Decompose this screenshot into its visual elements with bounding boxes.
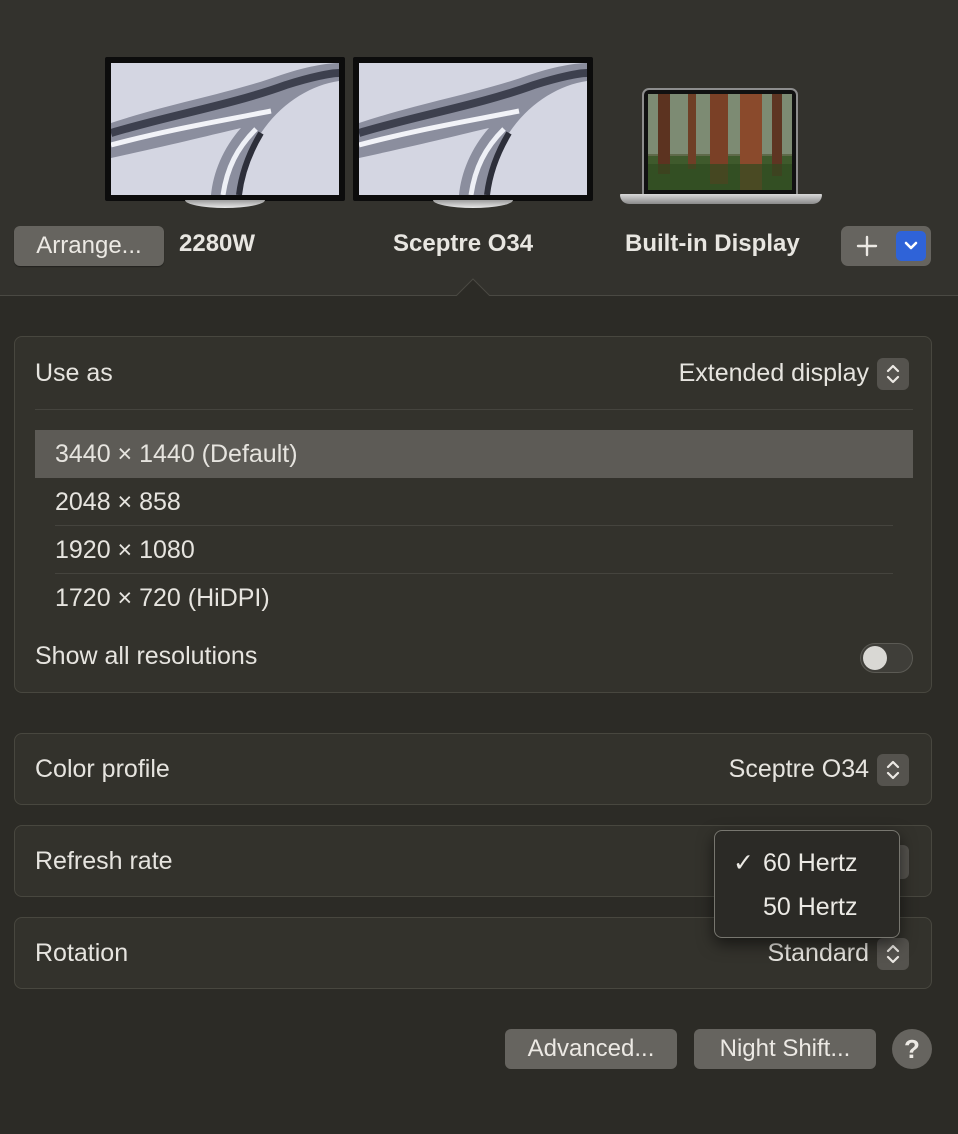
display-settings-panel: Use as Extended display 3440 × 1440 (Def… [14, 336, 932, 693]
monitor-bezel [105, 57, 345, 201]
forest-wallpaper-image [648, 94, 792, 190]
monitor-stand [433, 200, 513, 208]
refresh-option-60hz[interactable]: ✓ 60 Hertz [715, 841, 901, 885]
laptop-base [620, 194, 822, 204]
arrange-button[interactable]: Arrange... [14, 226, 164, 266]
advanced-button[interactable]: Advanced... [505, 1029, 677, 1069]
wallpaper-image [111, 63, 339, 195]
color-profile-row: Color profile Sceptre O34 [14, 733, 932, 805]
use-as-value[interactable]: Extended display [679, 359, 869, 388]
divider [35, 409, 913, 410]
display-label-builtin[interactable]: Built-in Display [625, 230, 800, 258]
display-2280w-thumbnail[interactable] [105, 57, 345, 209]
resolution-option[interactable]: 1720 × 720 (HiDPI) [35, 574, 913, 622]
wallpaper-image [359, 63, 587, 195]
show-all-resolutions-label: Show all resolutions [35, 642, 258, 670]
add-display-control[interactable] [841, 226, 931, 266]
laptop-lid [642, 88, 798, 196]
resolution-option[interactable]: 3440 × 1440 (Default) [35, 430, 913, 478]
display-label-2280w[interactable]: 2280W [179, 230, 255, 258]
display-sceptre-thumbnail[interactable] [353, 57, 593, 209]
night-shift-button[interactable]: Night Shift... [694, 1029, 876, 1069]
resolution-option[interactable]: 2048 × 858 [35, 478, 913, 526]
monitor-bezel [353, 57, 593, 201]
updown-chevron-icon [886, 364, 900, 384]
updown-chevron-icon [886, 760, 900, 780]
color-profile-label: Color profile [35, 755, 170, 783]
color-profile-value[interactable]: Sceptre O34 [729, 755, 869, 784]
selected-display-pointer [456, 278, 490, 296]
checkmark-icon: ✓ [733, 849, 754, 877]
menu-item-label: 50 Hertz [763, 893, 858, 921]
add-display-dropdown[interactable] [896, 231, 926, 261]
updown-chevron-icon [886, 944, 900, 964]
rotation-popup-button[interactable] [877, 938, 909, 970]
chevron-down-icon [904, 241, 918, 250]
color-profile-popup-button[interactable] [877, 754, 909, 786]
display-arrangement-area: Arrange... 2280W Sceptre O34 Built-in Di… [0, 0, 958, 296]
toggle-knob [863, 646, 887, 670]
rotation-label: Rotation [35, 939, 129, 967]
use-as-label: Use as [35, 359, 113, 387]
resolution-option[interactable]: 1920 × 1080 [35, 526, 913, 574]
show-all-resolutions-toggle[interactable] [860, 643, 913, 673]
menu-item-label: 60 Hertz [763, 849, 858, 877]
refresh-option-50hz[interactable]: 50 Hertz [715, 885, 901, 929]
display-label-sceptre[interactable]: Sceptre O34 [393, 230, 533, 258]
display-builtin-thumbnail[interactable] [620, 88, 822, 208]
monitor-stand [185, 200, 265, 208]
help-button[interactable]: ? [892, 1029, 932, 1069]
plus-icon[interactable] [855, 234, 879, 258]
refresh-rate-menu: ✓ 60 Hertz 50 Hertz [714, 830, 900, 938]
rotation-value[interactable]: Standard [768, 939, 869, 968]
refresh-rate-label: Refresh rate [35, 847, 173, 875]
use-as-popup-button[interactable] [877, 358, 909, 390]
